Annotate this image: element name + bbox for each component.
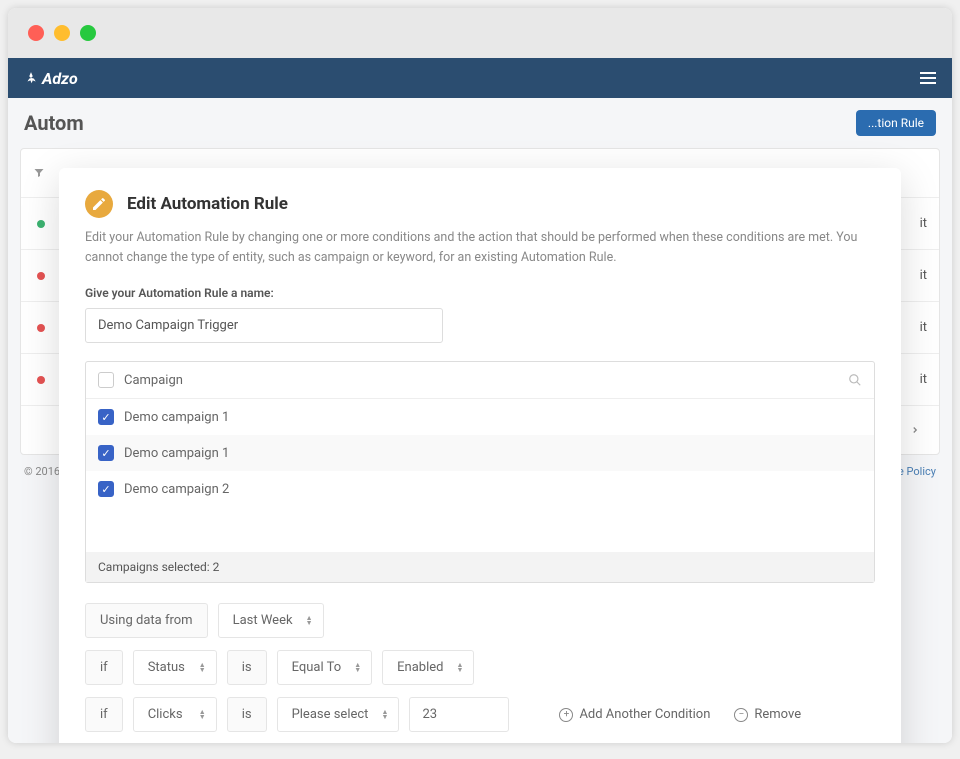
campaign-header-label: Campaign	[124, 373, 838, 388]
campaign-checkbox[interactable]: ✓	[98, 481, 114, 497]
select-arrows-icon: ▲▼	[457, 663, 464, 673]
select-arrows-icon: ▲▼	[382, 710, 389, 720]
modal-title: Edit Automation Rule	[127, 194, 288, 214]
select-arrows-icon: ▲▼	[354, 663, 361, 673]
logo: Adzo	[24, 69, 78, 88]
rule-name-input[interactable]	[85, 308, 443, 343]
select-arrows-icon: ▲▼	[199, 663, 206, 673]
modal-overlay: Edit Automation Rule Edit your Automatio…	[8, 148, 952, 743]
select-arrows-icon: ▲▼	[306, 616, 313, 626]
condition-value-text: Enabled	[397, 660, 443, 675]
plus-icon: +	[559, 708, 573, 722]
modal-description: Edit your Automation Rule by changing on…	[85, 228, 875, 268]
name-field-label: Give your Automation Rule a name:	[85, 286, 875, 300]
browser-window: Adzo Autom ...tion Rule it it	[8, 8, 952, 743]
condition-value-select[interactable]: Enabled ▲▼	[382, 650, 474, 685]
date-range-value: Last Week	[233, 613, 293, 628]
browser-titlebar	[8, 8, 952, 58]
campaign-checkbox[interactable]: ✓	[98, 445, 114, 461]
edit-icon	[85, 190, 113, 218]
minus-icon: −	[734, 708, 748, 722]
condition-operator-select[interactable]: Please select ▲▼	[277, 697, 400, 732]
search-icon[interactable]	[848, 373, 862, 387]
new-automation-rule-button[interactable]: ...tion Rule	[856, 110, 936, 136]
condition-operator-value: Please select	[292, 707, 369, 722]
campaign-name: Demo campaign 2	[124, 482, 229, 497]
remove-condition-label: Remove	[754, 707, 801, 722]
using-data-from-label: Using data from	[85, 603, 208, 638]
page-header: Autom ...tion Rule	[8, 98, 952, 148]
close-window-button[interactable]	[28, 25, 44, 41]
rocket-icon	[24, 71, 38, 85]
condition-operator-select[interactable]: Equal To ▲▼	[277, 650, 373, 685]
if-label: if	[85, 650, 123, 685]
condition-actions: + Add Another Condition − Remove	[559, 707, 801, 722]
is-label: is	[227, 697, 267, 732]
modal-header: Edit Automation Rule	[85, 190, 875, 218]
campaign-checkbox[interactable]: ✓	[98, 409, 114, 425]
condition-operator-value: Equal To	[292, 660, 342, 675]
condition-field-value: Status	[148, 660, 185, 675]
edit-automation-rule-modal: Edit Automation Rule Edit your Automatio…	[59, 168, 901, 743]
app-body: Autom ...tion Rule it it it	[8, 98, 952, 743]
campaign-name: Demo campaign 1	[124, 410, 229, 425]
remove-condition-button[interactable]: − Remove	[734, 707, 801, 722]
select-all-checkbox[interactable]	[98, 372, 114, 388]
menu-icon[interactable]	[920, 72, 936, 84]
campaign-row[interactable]: ✓ Demo campaign 2	[86, 471, 874, 507]
campaign-name: Demo campaign 1	[124, 446, 229, 461]
condition-value-input[interactable]	[409, 697, 509, 732]
campaign-row[interactable]: ✓ Demo campaign 1	[86, 399, 874, 435]
campaign-selector: Campaign ✓ Demo campaign 1 ✓ Demo campai…	[85, 361, 875, 583]
data-range-row: Using data from Last Week ▲▼	[85, 603, 875, 638]
add-condition-button[interactable]: + Add Another Condition	[559, 707, 710, 722]
is-label: is	[227, 650, 267, 685]
condition-field-value: Clicks	[148, 707, 183, 722]
condition-field-select[interactable]: Status ▲▼	[133, 650, 217, 685]
condition-row: if Clicks ▲▼ is Please select ▲▼ +	[85, 697, 875, 732]
select-arrows-icon: ▲▼	[199, 710, 206, 720]
campaign-list-spacer	[86, 507, 874, 552]
page-title: Autom	[24, 111, 84, 135]
campaign-header: Campaign	[86, 362, 874, 399]
campaign-selected-count: Campaigns selected: 2	[86, 552, 874, 582]
app-header: Adzo	[8, 58, 952, 98]
if-label: if	[85, 697, 123, 732]
condition-field-select[interactable]: Clicks ▲▼	[133, 697, 217, 732]
maximize-window-button[interactable]	[80, 25, 96, 41]
condition-row: if Status ▲▼ is Equal To ▲▼ Enabled ▲▼	[85, 650, 875, 685]
add-condition-label: Add Another Condition	[579, 707, 710, 722]
logo-text: Adzo	[42, 69, 78, 88]
date-range-select[interactable]: Last Week ▲▼	[218, 603, 324, 638]
minimize-window-button[interactable]	[54, 25, 70, 41]
campaign-row[interactable]: ✓ Demo campaign 1	[86, 435, 874, 471]
